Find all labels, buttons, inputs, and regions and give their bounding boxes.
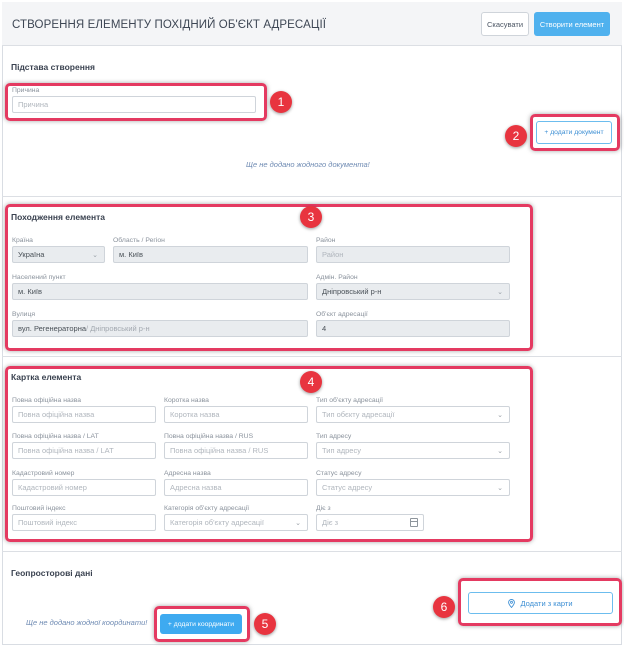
cancel-button[interactable]: Скасувати <box>481 12 529 36</box>
form-header: СТВОРЕННЯ ЕЛЕМЕНТУ ПОХІДНИЙ ОБ'ЄКТ АДРЕС… <box>2 2 622 46</box>
highlight-box-2 <box>530 114 620 151</box>
no-documents-message: Ще не додано жодного документа! <box>246 160 370 169</box>
highlight-box-3 <box>5 204 533 351</box>
highlight-box-4 <box>5 366 533 542</box>
no-coordinates-message: Ще не додано жодної координати! <box>26 618 148 627</box>
step-badge-3: 3 <box>300 206 322 228</box>
step-badge-5: 5 <box>254 613 276 635</box>
step-badge-2: 2 <box>505 125 527 147</box>
section-divider <box>2 356 622 357</box>
step-badge-4: 4 <box>300 371 322 393</box>
geo-section-title: Геопросторові дані <box>11 568 93 578</box>
highlight-box-5 <box>154 606 250 642</box>
page-title: СТВОРЕННЯ ЕЛЕМЕНТУ ПОХІДНИЙ ОБ'ЄКТ АДРЕС… <box>12 19 327 31</box>
section-divider <box>2 551 622 552</box>
step-badge-6: 6 <box>433 596 455 618</box>
highlight-box-6 <box>458 578 622 626</box>
create-element-button[interactable]: Створити елемент <box>534 12 610 36</box>
section-divider <box>2 196 622 197</box>
highlight-box-1 <box>5 83 267 121</box>
step-badge-1: 1 <box>270 91 292 113</box>
basis-section-title: Підстава створення <box>11 62 95 72</box>
